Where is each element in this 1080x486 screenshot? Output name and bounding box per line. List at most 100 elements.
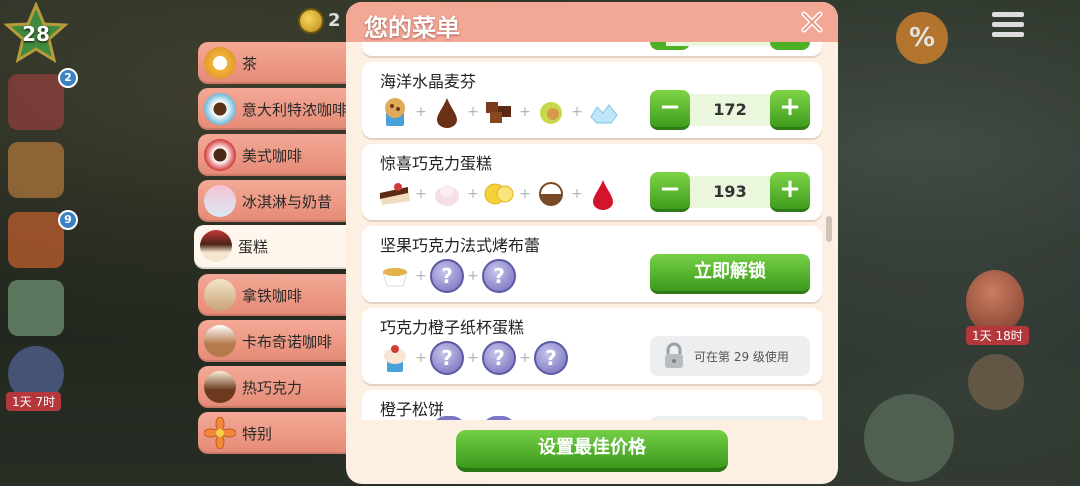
scrollbar-thumb[interactable] xyxy=(826,216,832,242)
recipe-name: 巧克力橙子纸杯蛋糕 xyxy=(380,318,525,337)
plus-sign: + xyxy=(415,350,427,366)
discount-icon[interactable]: % xyxy=(896,12,948,64)
plus-sign: + xyxy=(519,350,531,366)
recipe-card: 橙子松饼 xyxy=(362,390,822,420)
locked-badge-partial xyxy=(650,416,810,420)
recipe-card: 坚果巧克力法式烤布蕾 + ? + ? 立即解锁 xyxy=(362,226,822,302)
milkshake-icon xyxy=(204,185,236,217)
plus-sign: + xyxy=(467,350,479,366)
sea-salt-crystal-icon xyxy=(586,95,620,129)
clipboard-tasks-icon[interactable] xyxy=(8,74,64,130)
price-value: 172 xyxy=(713,100,747,119)
tea-cup-icon xyxy=(204,47,236,79)
decrease-price-button[interactable]: − xyxy=(650,172,690,212)
plus-sign: + xyxy=(571,104,583,120)
cream-icon xyxy=(430,177,464,211)
plus-sign: + xyxy=(571,186,583,202)
creme-brulee-icon xyxy=(378,259,412,293)
tab-label: 美式咖啡 xyxy=(242,147,303,165)
set-best-price-button[interactable]: 设置最佳价格 xyxy=(456,430,728,472)
plus-sign: + xyxy=(467,186,479,202)
tasks-count-badge: 2 xyxy=(58,68,78,88)
increase-price-button[interactable]: + xyxy=(770,90,810,130)
ingredient-row: + + + + xyxy=(378,92,620,132)
americano-icon xyxy=(204,139,236,171)
unknown-ingredient-icon: ? xyxy=(482,259,516,293)
hot-chocolate-icon xyxy=(204,371,236,403)
recipe-card: 海洋水晶麦芬 + + + + 172 − + xyxy=(362,62,822,138)
gifts-count-badge: 9 xyxy=(58,210,78,230)
espresso-icon xyxy=(204,93,236,125)
recipe-name: 惊喜巧克力蛋糕 xyxy=(380,154,493,173)
plus-button-partial[interactable] xyxy=(770,42,810,50)
menu-hamburger-icon[interactable] xyxy=(992,12,1024,38)
tab-label: 拿铁咖啡 xyxy=(242,287,303,305)
level-number: 28 xyxy=(22,22,50,46)
red-drop-icon xyxy=(586,177,620,211)
plus-sign: + xyxy=(519,104,531,120)
tab-hot-chocolate[interactable]: 热巧克力 xyxy=(198,366,358,408)
cupcake-icon xyxy=(378,341,412,375)
tab-cappuccino[interactable]: 卡布奇诺咖啡 xyxy=(198,320,358,362)
price-value: 193 xyxy=(713,182,747,201)
unknown-ingredient-icon: ? xyxy=(482,341,516,375)
cafe-sign-icon[interactable] xyxy=(968,354,1024,410)
tab-label: 卡布奇诺咖啡 xyxy=(242,333,333,351)
plus-sign: + xyxy=(467,268,479,284)
recipe-card: 惊喜巧克力蛋糕 + + + + 193 − + xyxy=(362,144,822,220)
balloon-timer: 1天 18时 xyxy=(966,326,1029,345)
decrease-price-button[interactable]: − xyxy=(650,90,690,130)
price-stepper: 193 − + xyxy=(650,172,810,212)
latte-icon xyxy=(204,279,236,311)
tab-label: 热巧克力 xyxy=(242,379,303,397)
gift-box-icon[interactable] xyxy=(8,212,64,268)
padlock-icon xyxy=(660,342,688,370)
tab-icecream[interactable]: 冰淇淋与奶昔 xyxy=(198,180,358,222)
recipe-name: 坚果巧克力法式烤布蕾 xyxy=(380,236,541,255)
increase-price-button[interactable]: + xyxy=(770,172,810,212)
plus-sign: + xyxy=(415,268,427,284)
gem-icon[interactable] xyxy=(8,280,64,336)
cash-register-icon[interactable] xyxy=(864,394,954,482)
recipe-list[interactable]: 海洋水晶麦芬 + + + + 172 − + 惊喜巧克力蛋糕 + + + + 1… xyxy=(362,42,822,420)
unlock-now-button[interactable]: 立即解锁 xyxy=(650,254,810,294)
chocolate-cake-slice-icon xyxy=(378,177,412,211)
tab-special[interactable]: 特别 xyxy=(198,412,358,454)
coin-count: 2 xyxy=(328,10,341,31)
tab-americano[interactable]: 美式咖啡 xyxy=(198,134,358,176)
coin-icon xyxy=(298,8,324,34)
tab-cakes[interactable]: 蛋糕 xyxy=(194,225,364,269)
special-flower-icon xyxy=(203,416,237,450)
recipe-name: 橙子松饼 xyxy=(380,400,445,419)
ingredient-row: + + + + xyxy=(378,174,620,214)
plus-sign: + xyxy=(415,186,427,202)
unknown-ingredient-icon: ? xyxy=(430,341,464,375)
cake-icon xyxy=(200,230,232,262)
unlock-level-text: 可在第 29 级使用 xyxy=(694,350,789,364)
hot-air-balloon-icon[interactable] xyxy=(966,270,1024,334)
ingredient-row: + ? + ? + ? xyxy=(378,338,568,378)
tab-espresso[interactable]: 意大利特浓咖啡 xyxy=(198,88,358,130)
tab-label: 蛋糕 xyxy=(238,238,269,256)
panel-title: 您的菜单 xyxy=(364,14,460,42)
tab-label: 特别 xyxy=(242,425,273,443)
price-stepper: 172 − + xyxy=(650,90,810,130)
recipe-name: 海洋水晶麦芬 xyxy=(380,72,477,91)
close-button[interactable] xyxy=(800,10,824,34)
tab-latte[interactable]: 拿铁咖啡 xyxy=(198,274,358,316)
unknown-ingredient-icon xyxy=(482,416,516,420)
plus-sign: + xyxy=(415,104,427,120)
coconut-icon xyxy=(534,177,568,211)
ingredient-row: + ? + ? xyxy=(378,256,516,296)
plus-sign: + xyxy=(467,104,479,120)
panel-header: 您的菜单 xyxy=(346,2,838,42)
player-level-badge[interactable]: 28 xyxy=(3,1,69,66)
search-timer: 1天 7时 xyxy=(6,392,62,411)
tab-tea[interactable]: 茶 xyxy=(198,42,358,84)
pastry-box-icon[interactable] xyxy=(8,142,64,198)
menu-panel: 您的菜单 海洋水晶麦芬 + + + + 172 − + 惊喜巧克力蛋糕 + + … xyxy=(346,2,838,484)
lemon-slice-icon xyxy=(482,177,516,211)
unknown-ingredient-icon: ? xyxy=(534,341,568,375)
chocolate-drop-icon xyxy=(430,95,464,129)
cappuccino-icon xyxy=(204,325,236,357)
